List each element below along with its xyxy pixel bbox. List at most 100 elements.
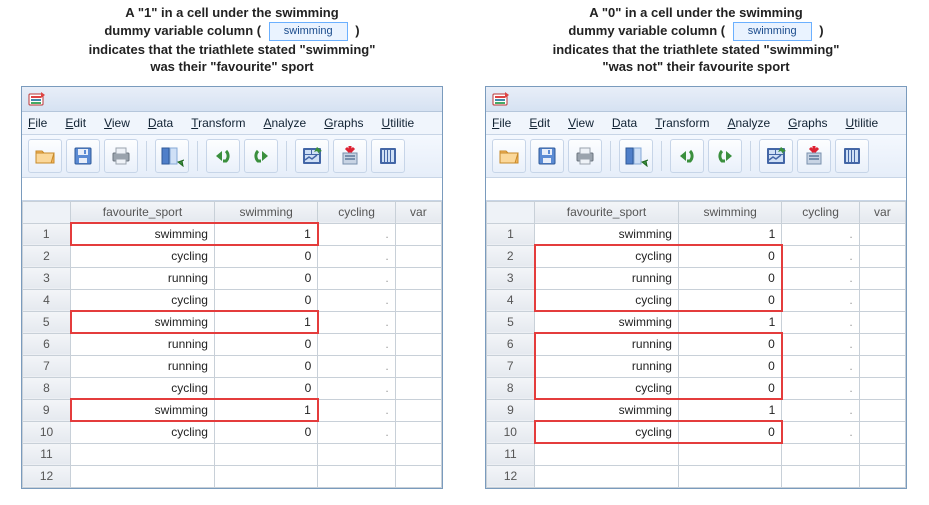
cell-swim[interactable]: 1 [678, 223, 781, 245]
menu-view[interactable]: View [568, 116, 594, 130]
open-icon[interactable] [492, 139, 526, 173]
cell-var[interactable] [395, 311, 441, 333]
table-row[interactable]: 5swimming1. [487, 311, 906, 333]
cell-swim[interactable]: 0 [214, 267, 317, 289]
undo-icon[interactable] [206, 139, 240, 173]
cell-sport[interactable]: cycling [535, 377, 679, 399]
redo-icon[interactable] [244, 139, 278, 173]
goto-case-icon[interactable] [619, 139, 653, 173]
menu-graphs[interactable]: Graphs [324, 116, 363, 130]
cell-sport[interactable]: cycling [71, 377, 215, 399]
table-row[interactable]: 6running0. [23, 333, 442, 355]
cell-swim[interactable]: 0 [678, 333, 781, 355]
cell-swim[interactable]: 0 [678, 289, 781, 311]
cell-swim[interactable]: 0 [214, 377, 317, 399]
col-corner[interactable] [23, 201, 71, 223]
cell-swim[interactable]: 0 [214, 355, 317, 377]
row-header[interactable]: 2 [487, 245, 535, 267]
cell-sport[interactable]: cycling [71, 245, 215, 267]
print-icon[interactable] [104, 139, 138, 173]
cell-var[interactable] [395, 223, 441, 245]
cell-cyc[interactable] [782, 465, 859, 487]
cell-var[interactable] [395, 355, 441, 377]
data-grid[interactable]: favourite_sportswimmingcyclingvar1swimmi… [22, 201, 442, 488]
menu-transform[interactable]: Transform [655, 116, 709, 130]
table-row[interactable]: 8cycling0. [487, 377, 906, 399]
cell-swim[interactable]: 1 [214, 399, 317, 421]
table-row[interactable]: 12 [23, 465, 442, 487]
menu-file[interactable]: File [492, 116, 511, 130]
cell-swim[interactable] [678, 465, 781, 487]
cell-swim[interactable]: 1 [214, 311, 317, 333]
cell-sport[interactable] [535, 465, 679, 487]
cell-var[interactable] [859, 399, 905, 421]
cell-sport[interactable]: swimming [71, 311, 215, 333]
insert-icon[interactable] [371, 139, 405, 173]
cell-swim[interactable]: 0 [678, 421, 781, 443]
cell-swim[interactable]: 0 [214, 421, 317, 443]
row-header[interactable]: 5 [487, 311, 535, 333]
row-header[interactable]: 7 [23, 355, 71, 377]
cell-swim[interactable] [678, 443, 781, 465]
cell-sport[interactable]: running [71, 333, 215, 355]
undo-icon[interactable] [670, 139, 704, 173]
menu-view[interactable]: View [104, 116, 130, 130]
table-row[interactable]: 11 [487, 443, 906, 465]
menubar[interactable]: FileEditViewDataTransformAnalyzeGraphsUt… [486, 112, 906, 135]
row-header[interactable]: 7 [487, 355, 535, 377]
row-header[interactable]: 4 [23, 289, 71, 311]
cell-var[interactable] [859, 311, 905, 333]
row-header[interactable]: 6 [487, 333, 535, 355]
cell-var[interactable] [395, 421, 441, 443]
cell-cyc[interactable]: . [782, 399, 859, 421]
col-c1[interactable]: favourite_sport [71, 201, 215, 223]
row-header[interactable]: 1 [487, 223, 535, 245]
cell-var[interactable] [859, 465, 905, 487]
cell-swim[interactable] [214, 465, 317, 487]
cell-sport[interactable]: cycling [535, 245, 679, 267]
cell-var[interactable] [395, 465, 441, 487]
table-row[interactable]: 7running0. [487, 355, 906, 377]
chart-icon[interactable] [759, 139, 793, 173]
menu-utilitie[interactable]: Utilitie [846, 116, 879, 130]
table-row[interactable]: 8cycling0. [23, 377, 442, 399]
cell-swim[interactable] [214, 443, 317, 465]
menu-analyze[interactable]: Analyze [727, 116, 770, 130]
cell-swim[interactable]: 0 [678, 267, 781, 289]
cell-sport[interactable]: running [535, 333, 679, 355]
menu-edit[interactable]: Edit [529, 116, 550, 130]
menu-data[interactable]: Data [148, 116, 173, 130]
open-icon[interactable] [28, 139, 62, 173]
col-corner[interactable] [487, 201, 535, 223]
cell-swim[interactable]: 0 [678, 355, 781, 377]
cell-cyc[interactable] [782, 443, 859, 465]
cell-swim[interactable]: 0 [214, 333, 317, 355]
cell-var[interactable] [859, 355, 905, 377]
col-c3[interactable]: cycling [318, 201, 395, 223]
cell-var[interactable] [859, 245, 905, 267]
cell-var[interactable] [395, 245, 441, 267]
table-row[interactable]: 12 [487, 465, 906, 487]
table-row[interactable]: 10cycling0. [23, 421, 442, 443]
menu-data[interactable]: Data [612, 116, 637, 130]
save-icon[interactable] [66, 139, 100, 173]
cell-var[interactable] [859, 289, 905, 311]
cell-cyc[interactable] [318, 465, 395, 487]
cell-swim[interactable]: 1 [678, 311, 781, 333]
table-row[interactable]: 10cycling0. [487, 421, 906, 443]
table-row[interactable]: 2cycling0. [23, 245, 442, 267]
menubar[interactable]: FileEditViewDataTransformAnalyzeGraphsUt… [22, 112, 442, 135]
menu-transform[interactable]: Transform [191, 116, 245, 130]
cell-sport[interactable]: swimming [535, 311, 679, 333]
cell-sport[interactable]: running [535, 355, 679, 377]
menu-file[interactable]: File [28, 116, 47, 130]
cell-sport[interactable] [71, 443, 215, 465]
cell-var[interactable] [395, 267, 441, 289]
row-header[interactable]: 2 [23, 245, 71, 267]
row-header[interactable]: 11 [23, 443, 71, 465]
col-c4[interactable]: var [395, 201, 441, 223]
data-grid[interactable]: favourite_sportswimmingcyclingvar1swimmi… [486, 201, 906, 488]
cell-cyc[interactable]: . [782, 355, 859, 377]
run-icon[interactable] [797, 139, 831, 173]
cell-cyc[interactable]: . [318, 421, 395, 443]
